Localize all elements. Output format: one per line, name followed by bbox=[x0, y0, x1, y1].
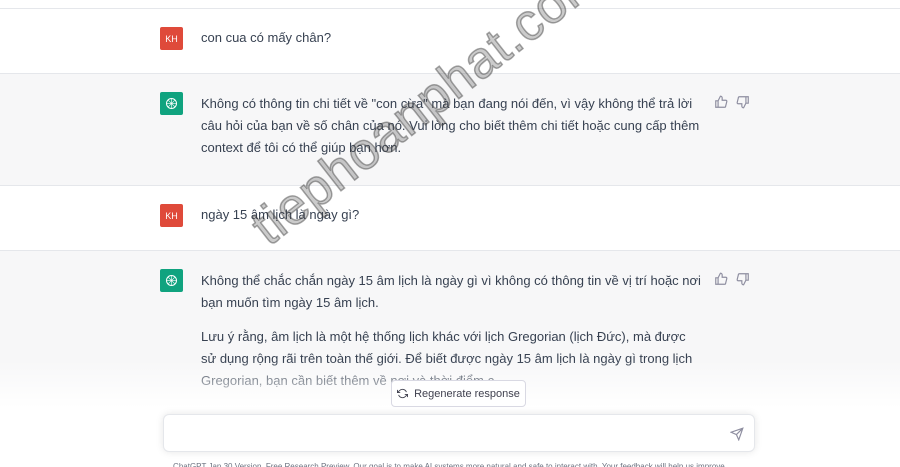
user-avatar: KH bbox=[160, 204, 183, 227]
refresh-icon bbox=[397, 388, 409, 399]
paper-plane-icon[interactable] bbox=[729, 427, 744, 442]
assistant-paragraph: Không thể chắc chắn ngày 15 âm lịch là n… bbox=[201, 273, 701, 310]
user-message-row: KH ngày 15 âm lịch là ngày gì? bbox=[0, 186, 900, 251]
user-message-row: KH con cua có mấy chân? bbox=[0, 9, 900, 74]
feedback-buttons bbox=[714, 95, 750, 109]
thumbs-down-icon[interactable] bbox=[736, 95, 750, 109]
footer-disclaimer: ChatGPT Jan 30 Version. Free Research Pr… bbox=[173, 462, 727, 467]
chat-input-box bbox=[163, 414, 755, 452]
thumbs-up-icon[interactable] bbox=[714, 95, 728, 109]
thumbs-down-icon[interactable] bbox=[736, 272, 750, 286]
thumbs-up-icon[interactable] bbox=[714, 272, 728, 286]
openai-logo-icon bbox=[160, 269, 183, 292]
assistant-message-text: Không có thông tin chi tiết về "con cừa"… bbox=[201, 93, 701, 159]
assistant-paragraph: Không có thông tin chi tiết về "con cừa"… bbox=[201, 96, 700, 155]
regenerate-label: Regenerate response bbox=[414, 387, 520, 400]
openai-logo-icon bbox=[160, 92, 183, 115]
user-avatar: KH bbox=[160, 27, 183, 50]
user-message-text: con cua có mấy chân? bbox=[201, 30, 332, 45]
user-message-text: ngày 15 âm lịch là ngày gì? bbox=[201, 207, 360, 222]
feedback-buttons bbox=[714, 272, 750, 286]
assistant-message-row: Không có thông tin chi tiết về "con cừa"… bbox=[0, 74, 900, 186]
top-divider bbox=[0, 0, 900, 9]
regenerate-response-button[interactable]: Regenerate response bbox=[391, 380, 526, 407]
message-input[interactable] bbox=[174, 423, 718, 445]
